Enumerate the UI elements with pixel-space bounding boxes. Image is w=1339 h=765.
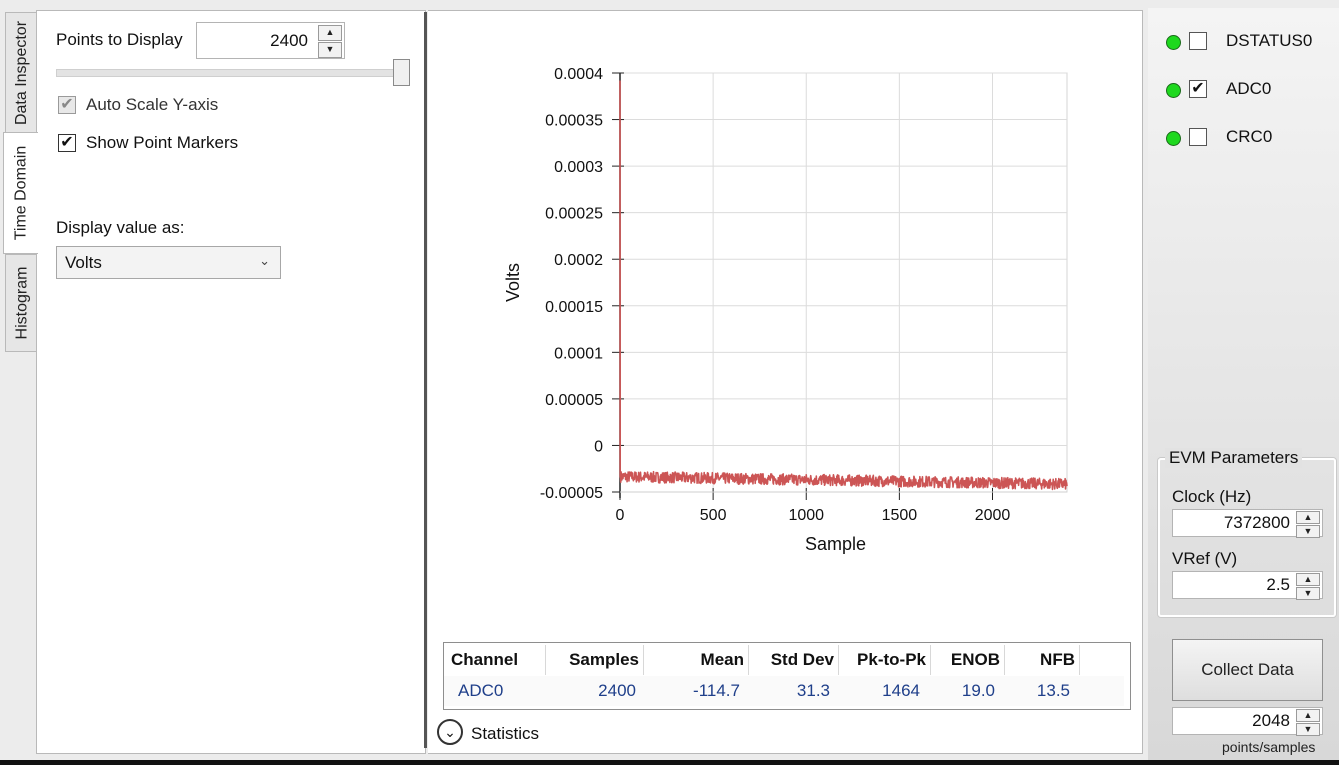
spin-up-icon[interactable]: ▲ <box>1296 511 1320 524</box>
cell-samples: 2400 <box>598 681 636 700</box>
samples-value: 2048 <box>1252 711 1290 730</box>
x-tick-label: 500 <box>700 507 727 524</box>
display-as-select[interactable]: Volts ⌄ <box>56 246 281 279</box>
cell-enob: 19.0 <box>961 681 995 700</box>
spin-up-icon[interactable]: ▲ <box>1296 709 1320 722</box>
tab-histogram[interactable]: Histogram <box>5 254 38 352</box>
x-tick-label: 1500 <box>882 507 918 524</box>
clock-value: 7372800 <box>1223 513 1290 532</box>
cell-nfb: 13.5 <box>1036 681 1070 700</box>
spin-down-icon[interactable]: ▼ <box>1296 525 1320 538</box>
cell-mean: -114.7 <box>693 681 740 700</box>
status-led-dstatus0 <box>1166 35 1181 50</box>
cell-channel: ADC0 <box>458 681 504 700</box>
vref-input[interactable]: 2.5 ▲ ▼ <box>1172 571 1323 600</box>
vref-spinner: ▲ ▼ <box>1296 573 1320 600</box>
y-axis-label: Volts <box>503 263 523 302</box>
statistics-toggle-label[interactable]: Statistics <box>471 724 539 744</box>
clock-label: Clock (Hz) <box>1172 487 1252 506</box>
y-tick-label: -0.00005 <box>540 485 603 502</box>
vref-value: 2.5 <box>1266 575 1290 594</box>
x-tick-label: 1000 <box>788 507 824 524</box>
plot-area <box>619 72 1068 493</box>
col-channel: Channel <box>444 645 546 675</box>
display-as-label: Display value as: <box>56 218 185 237</box>
points-to-display-input[interactable]: 2400 ▲ ▼ <box>196 22 345 59</box>
display-settings-panel <box>36 10 426 754</box>
channel-checkbox-dstatus0[interactable] <box>1189 32 1207 50</box>
channel-label-crc0: CRC0 <box>1226 127 1273 146</box>
col-std-dev: Std Dev <box>749 645 839 675</box>
clock-input[interactable]: 7372800 ▲ ▼ <box>1172 509 1323 538</box>
chevron-down-icon: ⌄ <box>259 253 270 268</box>
channel-label-dstatus0: DSTATUS0 <box>1226 31 1313 50</box>
y-tick-label: 0.00005 <box>545 392 603 409</box>
bottom-edge <box>0 760 1339 765</box>
y-tick-label: 0.00015 <box>545 299 603 316</box>
evm-parameters-title: EVM Parameters <box>1165 448 1303 468</box>
samples-caption: points/samples <box>1222 739 1316 755</box>
y-tick-label: 0.0001 <box>554 345 603 362</box>
col-pk-to-pk: Pk-to-Pk <box>839 645 931 675</box>
statistics-header-row: Channel Samples Mean Std Dev Pk-to-Pk EN… <box>444 645 1124 675</box>
y-tick-label: 0.00035 <box>545 113 603 130</box>
points-to-display-label: Points to Display <box>56 30 183 49</box>
spin-up-icon[interactable]: ▲ <box>318 25 342 41</box>
spin-down-icon[interactable]: ▼ <box>318 42 342 58</box>
spin-down-icon[interactable]: ▼ <box>1296 723 1320 736</box>
col-mean: Mean <box>644 645 749 675</box>
tab-strip: Data Inspector Time Domain Histogram <box>0 0 38 760</box>
collect-data-button[interactable]: Collect Data <box>1172 639 1323 701</box>
cell-std-dev: 31.3 <box>796 681 830 700</box>
samples-spinner: ▲ ▼ <box>1296 709 1320 736</box>
table-row[interactable]: ADC0 2400 -114.7 31.3 1464 19.0 13.5 <box>444 676 1124 706</box>
points-to-display-value: 2400 <box>270 30 308 50</box>
auto-scale-label: Auto Scale Y-axis <box>86 95 219 114</box>
tab-data-inspector-label: Data Inspector <box>13 20 30 126</box>
panel-splitter[interactable] <box>424 12 427 748</box>
vref-label: VRef (V) <box>1172 549 1238 568</box>
col-enob: ENOB <box>931 645 1005 675</box>
tab-time-domain[interactable]: Time Domain <box>3 132 38 254</box>
points-spinner: ▲ ▼ <box>318 25 342 58</box>
tab-data-inspector[interactable]: Data Inspector <box>5 12 38 134</box>
show-markers-label: Show Point Markers <box>86 133 239 152</box>
channel-checkbox-adc0[interactable]: ✔ <box>1189 80 1207 98</box>
x-tick-label: 0 <box>616 507 625 524</box>
spin-down-icon[interactable]: ▼ <box>1296 587 1320 600</box>
y-tick-label: 0.0002 <box>554 252 603 269</box>
display-as-value: Volts <box>65 252 102 272</box>
channel-label-adc0: ADC0 <box>1226 79 1272 98</box>
auto-scale-checkbox[interactable]: ✔ <box>58 96 76 114</box>
tab-time-domain-label: Time Domain <box>12 145 30 241</box>
x-axis-label: Sample <box>805 534 866 554</box>
y-tick-label: 0.0003 <box>554 159 603 176</box>
x-tick-label: 2000 <box>975 507 1011 524</box>
status-led-adc0 <box>1166 83 1181 98</box>
y-tick-label: 0.0004 <box>554 66 603 83</box>
cell-pk-to-pk: 1464 <box>882 681 920 700</box>
clock-spinner: ▲ ▼ <box>1296 511 1320 538</box>
tab-histogram-label: Histogram <box>13 266 30 340</box>
points-slider-thumb[interactable] <box>393 59 410 86</box>
channel-checkbox-crc0[interactable] <box>1189 128 1207 146</box>
y-tick-label: 0.00025 <box>545 206 603 223</box>
show-markers-checkbox[interactable]: ✔ <box>58 134 76 152</box>
points-slider-track[interactable] <box>56 69 410 77</box>
spin-up-icon[interactable]: ▲ <box>1296 573 1320 586</box>
y-tick-label: 0 <box>594 438 603 455</box>
expand-statistics-icon[interactable]: ⌄ <box>437 719 463 745</box>
col-nfb: NFB <box>1005 645 1080 675</box>
samples-input[interactable]: 2048 ▲ ▼ <box>1172 707 1323 736</box>
statistics-table: Channel Samples Mean Std Dev Pk-to-Pk EN… <box>443 642 1131 710</box>
col-samples: Samples <box>546 645 644 675</box>
status-led-crc0 <box>1166 131 1181 146</box>
time-domain-chart: 0.00040.000350.00030.000250.00020.000150… <box>503 66 1068 554</box>
